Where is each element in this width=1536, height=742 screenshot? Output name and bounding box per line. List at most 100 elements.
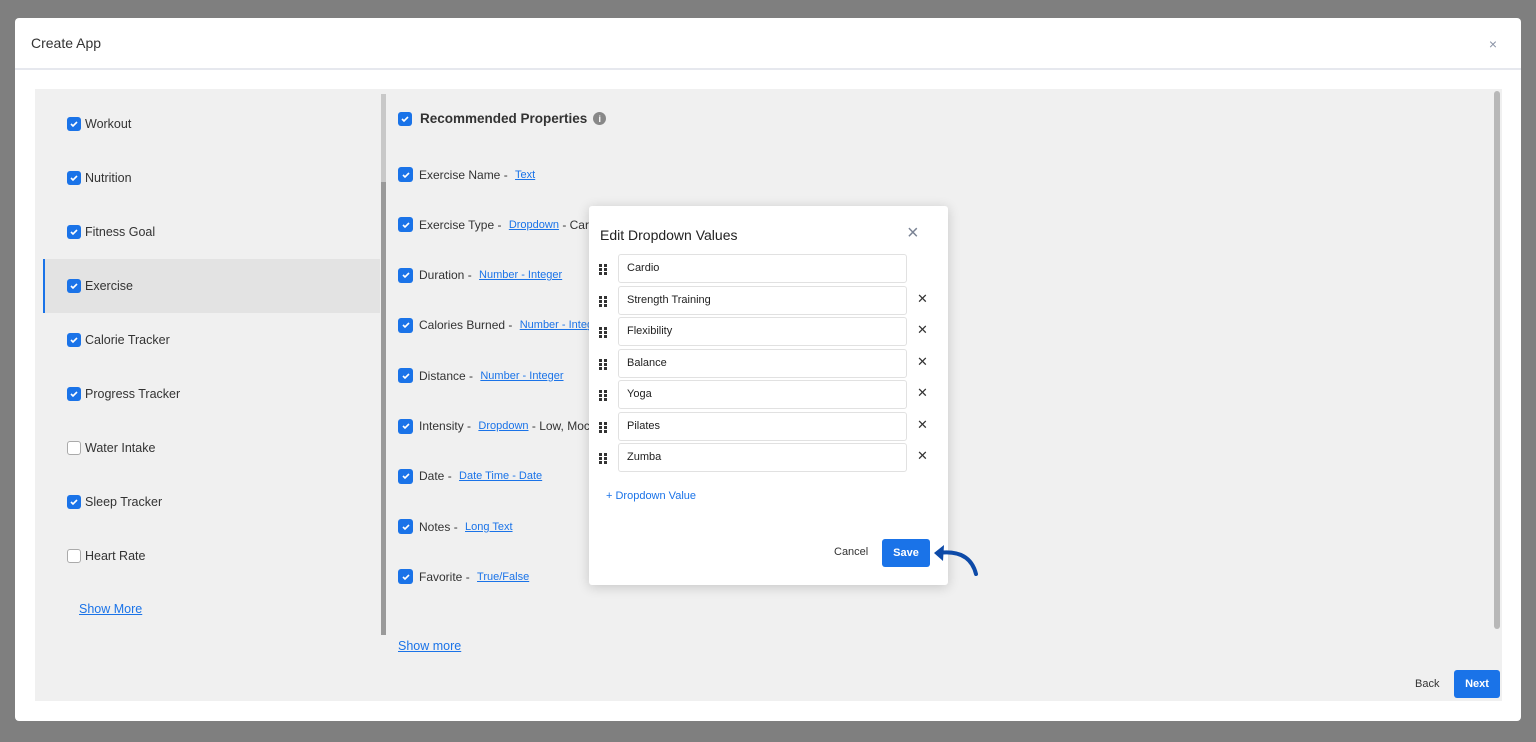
close-icon[interactable]: × bbox=[907, 222, 919, 245]
add-dropdown-value-button[interactable]: + Dropdown Value bbox=[606, 490, 696, 502]
property-item: Notes - Long Text bbox=[398, 519, 513, 535]
info-icon[interactable]: i bbox=[593, 112, 607, 125]
checkbox-checked-icon[interactable] bbox=[67, 279, 81, 293]
sidebar-item[interactable]: Sleep Tracker bbox=[43, 475, 380, 529]
property-values: - Low, Moc bbox=[531, 419, 590, 433]
dropdown-value-row: Pilates ✕ bbox=[589, 411, 948, 441]
modal-title: Edit Dropdown Values bbox=[600, 227, 738, 243]
annotation-arrow-icon bbox=[934, 545, 978, 576]
property-type-link[interactable]: Text bbox=[515, 169, 535, 181]
property-name: Intensity bbox=[419, 419, 464, 433]
sidebar-item-label: Nutrition bbox=[85, 171, 132, 185]
remove-value-icon[interactable]: ✕ bbox=[917, 354, 928, 370]
property-item: Favorite - True/False bbox=[398, 569, 529, 585]
dropdown-value-input[interactable]: Balance bbox=[618, 348, 907, 378]
checkbox-checked-icon[interactable] bbox=[67, 333, 81, 347]
sidebar-item[interactable]: Heart Rate bbox=[43, 529, 380, 583]
dropdown-value-row: Yoga ✕ bbox=[589, 380, 948, 409]
sidebar-item-label: Exercise bbox=[85, 279, 133, 293]
sidebar-item[interactable]: Fitness Goal bbox=[43, 205, 380, 259]
sidebar-item[interactable]: Exercise bbox=[43, 259, 380, 313]
drag-handle-icon[interactable] bbox=[599, 325, 607, 338]
back-button[interactable]: Back bbox=[1415, 678, 1439, 690]
property-name: Distance bbox=[419, 368, 466, 383]
close-icon[interactable]: × bbox=[1489, 36, 1497, 52]
drag-handle-icon[interactable] bbox=[599, 420, 607, 433]
drag-handle-icon[interactable] bbox=[599, 451, 607, 464]
checkbox-checked-icon[interactable] bbox=[398, 368, 413, 384]
checkbox-checked-icon[interactable] bbox=[67, 171, 81, 185]
right-scrollbar[interactable] bbox=[1494, 91, 1500, 629]
sidebar-item[interactable]: Progress Tracker bbox=[43, 367, 380, 421]
property-name: Notes bbox=[419, 519, 451, 534]
dropdown-value-input[interactable]: Yoga bbox=[618, 380, 907, 409]
property-type-link[interactable]: Dropdown bbox=[509, 219, 559, 231]
checkbox-checked-icon[interactable] bbox=[398, 267, 413, 283]
checkbox-checked-icon[interactable] bbox=[398, 167, 413, 182]
checkbox-checked-icon[interactable] bbox=[398, 418, 413, 434]
sidebar-item-label: Sleep Tracker bbox=[85, 495, 163, 509]
property-name: Exercise Type bbox=[419, 217, 495, 232]
drag-handle-icon[interactable] bbox=[599, 294, 607, 307]
sidebar-item[interactable]: Water Intake bbox=[43, 421, 380, 475]
drag-handle-icon[interactable] bbox=[599, 388, 607, 401]
checkbox-checked-icon[interactable] bbox=[398, 111, 412, 126]
remove-value-icon[interactable]: ✕ bbox=[917, 448, 928, 464]
dropdown-value-input[interactable]: Strength Training bbox=[618, 285, 907, 315]
drag-handle-icon[interactable] bbox=[599, 357, 607, 370]
sidebar-item[interactable]: Workout bbox=[43, 97, 380, 151]
remove-value-icon[interactable]: ✕ bbox=[917, 417, 928, 433]
recommended-properties-header[interactable]: Recommended Properties i bbox=[398, 111, 607, 126]
edit-dropdown-values-modal: Edit Dropdown Values × Cardio Strength Tr… bbox=[589, 206, 948, 585]
property-item: Date - Date Time - Date bbox=[398, 468, 542, 484]
checkbox-checked-icon[interactable] bbox=[398, 468, 413, 484]
property-type-link[interactable]: Dropdown bbox=[478, 420, 528, 432]
cancel-button[interactable]: Cancel bbox=[834, 546, 868, 558]
object-list: Workout Nutrition Fitness Goal Exercise Calo… bbox=[43, 89, 380, 635]
dropdown-value-row: Balance ✕ bbox=[589, 348, 948, 378]
checkbox-checked-icon[interactable] bbox=[398, 519, 413, 535]
property-type-link[interactable]: True/False bbox=[477, 571, 529, 583]
left-scrollbar[interactable] bbox=[381, 94, 386, 635]
sidebar-item-label: Water Intake bbox=[85, 441, 156, 455]
next-button[interactable]: Next bbox=[1454, 670, 1500, 698]
dropdown-value-input[interactable]: Cardio bbox=[618, 254, 907, 283]
property-name: Duration bbox=[419, 268, 465, 283]
property-item: Calories Burned - Number - Integ bbox=[398, 317, 593, 333]
dropdown-value-row: Zumba ✕ bbox=[589, 443, 948, 472]
sidebar-item[interactable]: Nutrition bbox=[43, 151, 380, 205]
property-type-link[interactable]: Number - Integer bbox=[479, 269, 562, 281]
checkbox-checked-icon[interactable] bbox=[398, 569, 413, 585]
property-item: Exercise Name - Text bbox=[398, 167, 535, 182]
checkbox-checked-icon[interactable] bbox=[67, 117, 81, 131]
drag-handle-icon[interactable] bbox=[599, 262, 607, 275]
dropdown-value-input[interactable]: Flexibility bbox=[618, 317, 907, 346]
save-button[interactable]: Save bbox=[882, 539, 930, 567]
checkbox-checked-icon[interactable] bbox=[398, 217, 413, 233]
sidebar-item[interactable]: Calorie Tracker bbox=[43, 313, 380, 367]
checkbox-checked-icon[interactable] bbox=[67, 225, 81, 239]
checkbox-checked-icon[interactable] bbox=[67, 495, 81, 509]
dialog-title: Create App bbox=[31, 35, 102, 51]
checkbox-unchecked-icon[interactable] bbox=[67, 549, 81, 563]
property-item: Exercise Type - Dropdown - Card bbox=[398, 217, 596, 233]
property-name: Date bbox=[419, 469, 445, 484]
remove-value-icon[interactable]: ✕ bbox=[917, 322, 928, 338]
remove-value-icon[interactable]: ✕ bbox=[917, 385, 928, 401]
property-type-link[interactable]: Number - Integer bbox=[480, 370, 563, 382]
checkbox-unchecked-icon[interactable] bbox=[67, 441, 81, 455]
property-type-link[interactable]: Long Text bbox=[465, 521, 513, 533]
sidebar-item-label: Workout bbox=[85, 117, 132, 131]
dropdown-value-input[interactable]: Pilates bbox=[618, 411, 907, 441]
property-type-link[interactable]: Number - Integ bbox=[520, 319, 593, 331]
show-more-properties-link[interactable]: Show more bbox=[398, 639, 461, 653]
show-more-link[interactable]: Show More bbox=[79, 602, 142, 616]
property-type-link[interactable]: Date Time - Date bbox=[459, 470, 542, 482]
checkbox-checked-icon[interactable] bbox=[398, 317, 413, 333]
checkbox-checked-icon[interactable] bbox=[67, 387, 81, 401]
remove-value-icon[interactable]: ✕ bbox=[917, 291, 928, 307]
property-name: Exercise Name bbox=[419, 167, 501, 182]
dropdown-value-row: Strength Training ✕ bbox=[589, 285, 948, 315]
dropdown-value-input[interactable]: Zumba bbox=[618, 443, 907, 472]
property-item: Duration - Number - Integer bbox=[398, 267, 562, 283]
